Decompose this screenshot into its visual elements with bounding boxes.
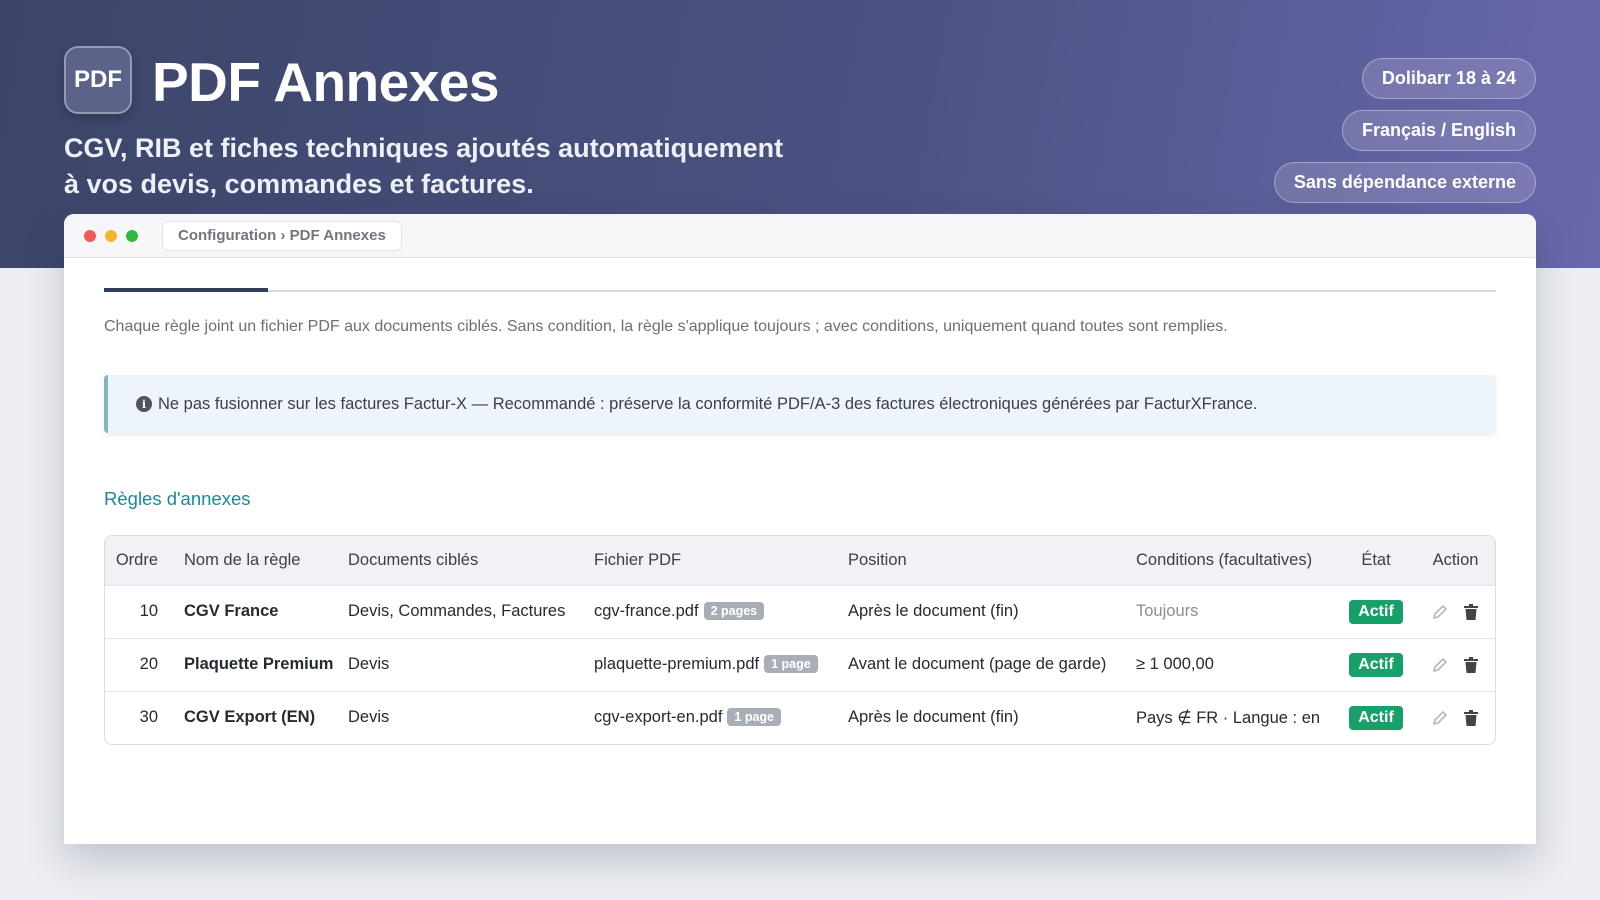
info-icon: i (136, 396, 152, 412)
app-subtitle: CGV, RIB et fiches techniques ajoutés au… (64, 130, 824, 202)
cell-position: Après le document (fin) (848, 602, 1019, 620)
cell-action (1416, 585, 1495, 638)
table-row[interactable]: 20 Plaquette Premium Devis plaquette-pre… (105, 638, 1495, 691)
col-header-file[interactable]: Fichier PDF (594, 536, 848, 585)
edit-pencil-icon[interactable] (1430, 708, 1450, 728)
feature-pills: Dolibarr 18 à 24 Français / English Sans… (1273, 58, 1536, 203)
cell-position: Après le document (fin) (848, 708, 1019, 727)
page-count-badge: 1 page (764, 655, 818, 673)
col-header-name[interactable]: Nom de la règle (171, 536, 348, 585)
col-header-position[interactable]: Position (848, 536, 1136, 585)
close-window-icon[interactable] (84, 229, 96, 242)
delete-trash-icon[interactable] (1461, 708, 1481, 728)
minimize-window-icon[interactable] (105, 229, 117, 242)
rules-table: Ordre Nom de la règle Documents ciblés F… (104, 535, 1496, 745)
tab-bar (104, 258, 1496, 292)
cell-conditions: ≥ 1 000,00 (1136, 655, 1214, 673)
file-name[interactable]: cgv-france.pdf (594, 602, 699, 620)
status-badge[interactable]: Actif (1349, 652, 1403, 677)
col-header-conditions[interactable]: Conditions (facultatives) (1136, 536, 1336, 585)
col-header-state[interactable]: État (1336, 536, 1416, 585)
cell-file: cgv-france.pdf 2 pages (594, 585, 848, 638)
edit-pencil-icon[interactable] (1430, 602, 1450, 622)
cell-conditions: Pays ∉ FR · Langue : en (1136, 708, 1321, 727)
app-window: Configuration › PDF Annexes Chaque règle… (64, 214, 1536, 844)
cell-position: Avant le document (page de garde) (848, 655, 1107, 673)
cell-docs: Devis (348, 655, 390, 673)
address-bar[interactable]: Configuration › PDF Annexes (162, 220, 402, 251)
maximize-window-icon[interactable] (126, 229, 138, 242)
edit-pencil-icon[interactable] (1430, 655, 1450, 675)
cell-order: 20 (139, 655, 158, 673)
col-header-order[interactable]: Ordre (105, 536, 171, 585)
col-header-action: Action (1432, 550, 1479, 569)
cell-state: Actif (1336, 638, 1416, 691)
cell-state: Actif (1336, 691, 1416, 744)
cell-order: 30 (139, 708, 158, 727)
cell-conditions: Toujours (1136, 602, 1199, 620)
table-row[interactable]: 10 CGV France Devis, Commandes, Factures… (105, 585, 1495, 638)
subtitle-line-2: à vos devis, commandes et factures. (64, 169, 534, 199)
delete-trash-icon[interactable] (1461, 602, 1481, 622)
file-name[interactable]: cgv-export-en.pdf (594, 708, 722, 726)
tab-active-indicator[interactable] (104, 288, 268, 292)
pill-compatibility: Dolibarr 18 à 24 (1361, 58, 1536, 99)
section-title: Règles d'annexes (104, 488, 251, 509)
window-titlebar: Configuration › PDF Annexes (64, 214, 1536, 258)
pdf-logo-icon: PDF (64, 46, 132, 114)
col-header-docs[interactable]: Documents ciblés (348, 536, 594, 585)
page-count-badge: 2 pages (703, 602, 765, 620)
cell-file: plaquette-premium.pdf 1 page (594, 638, 848, 691)
cell-docs: Devis (348, 708, 390, 727)
delete-trash-icon[interactable] (1461, 655, 1481, 675)
cell-docs: Devis, Commandes, Factures (348, 602, 566, 620)
cell-state: Actif (1336, 585, 1416, 638)
cell-action (1416, 638, 1495, 691)
cell-order: 10 (139, 602, 158, 620)
page-description: Chaque règle joint un fichier PDF aux do… (104, 318, 1228, 335)
table-row[interactable]: 30 CGV Export (EN) Devis cgv-export-en.p… (105, 691, 1495, 744)
info-text: Ne pas fusionner sur les factures Factur… (158, 394, 1258, 413)
status-badge[interactable]: Actif (1349, 705, 1403, 730)
cell-name: Plaquette Premium (184, 655, 334, 673)
table-header-row: Ordre Nom de la règle Documents ciblés F… (105, 536, 1495, 585)
cell-file: cgv-export-en.pdf 1 page (594, 691, 848, 744)
pill-no-dependency: Sans dépendance externe (1273, 162, 1536, 203)
status-badge[interactable]: Actif (1349, 599, 1403, 624)
subtitle-line-1: CGV, RIB et fiches techniques ajoutés au… (64, 133, 784, 163)
cell-name: CGV France (184, 602, 279, 620)
page-content: Chaque règle joint un fichier PDF aux do… (104, 258, 1496, 745)
cell-name: CGV Export (EN) (184, 708, 316, 727)
cell-action (1416, 691, 1495, 744)
pill-languages: Français / English (1341, 110, 1536, 151)
info-banner: i Ne pas fusionner sur les factures Fact… (104, 375, 1496, 433)
app-title: PDF Annexes (152, 51, 500, 113)
page-count-badge: 1 page (727, 708, 782, 727)
file-name[interactable]: plaquette-premium.pdf (594, 655, 759, 673)
